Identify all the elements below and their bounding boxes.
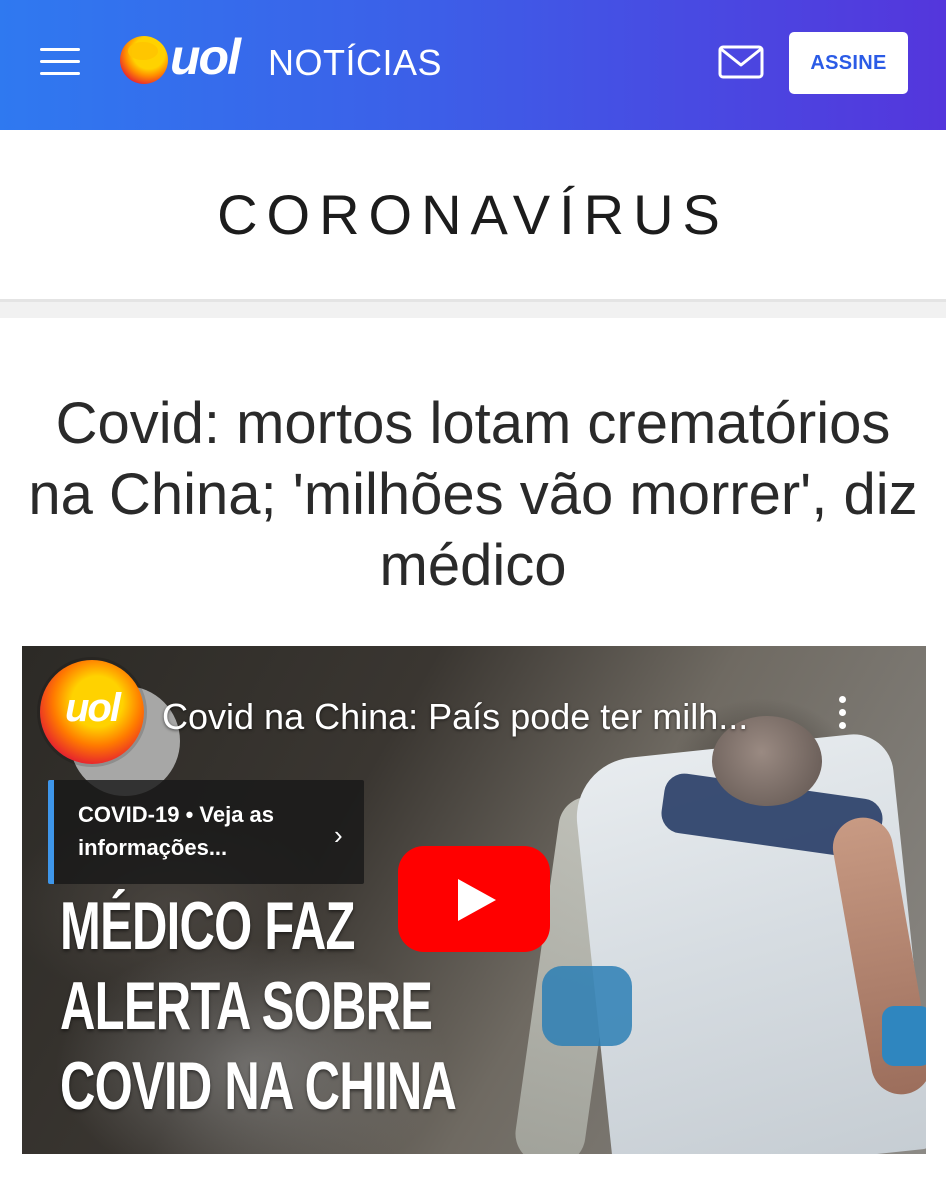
channel-avatar-text: uol [65, 686, 121, 730]
thumbnail-detail [542, 966, 632, 1046]
subscribe-button[interactable]: ASSINE [789, 32, 908, 94]
more-options-icon[interactable] [834, 696, 850, 738]
video-player[interactable]: uol Covid na China: País pode ter milh..… [22, 646, 926, 1154]
video-title[interactable]: Covid na China: País pode ter milh... [162, 696, 748, 738]
mail-icon[interactable] [718, 45, 764, 79]
overlay-line: MÉDICO FAZ [60, 888, 355, 964]
covid-info-panel[interactable]: COVID-19 • Veja as informações... › [48, 780, 364, 884]
section-title: CORONAVÍRUS [217, 183, 729, 246]
thumbnail-overlay-headline: MÉDICO FAZ ALERTA SOBRE COVID NA CHINA [60, 886, 457, 1126]
article-headline: Covid: mortos lotam crematórios na China… [28, 391, 918, 598]
section-header: CORONAVÍRUS [0, 130, 946, 302]
covid-info-text: COVID-19 • Veja as informações... [78, 802, 275, 860]
top-navigation-bar: uol NOTÍCIAS ASSINE [0, 0, 946, 130]
menu-icon[interactable] [40, 48, 82, 76]
thumbnail-detail [882, 1006, 926, 1066]
site-section-name[interactable]: NOTÍCIAS [268, 42, 442, 84]
uol-logo-icon[interactable] [120, 36, 168, 84]
overlay-line: ALERTA SOBRE [60, 968, 433, 1044]
article-container: Covid: mortos lotam crematórios na China… [0, 318, 946, 1200]
chevron-right-icon: › [334, 820, 343, 850]
uol-logo-text[interactable]: uol [170, 28, 241, 86]
play-button[interactable] [398, 846, 550, 952]
channel-avatar[interactable]: uol [40, 660, 144, 764]
overlay-line: COVID NA CHINA [60, 1048, 457, 1124]
